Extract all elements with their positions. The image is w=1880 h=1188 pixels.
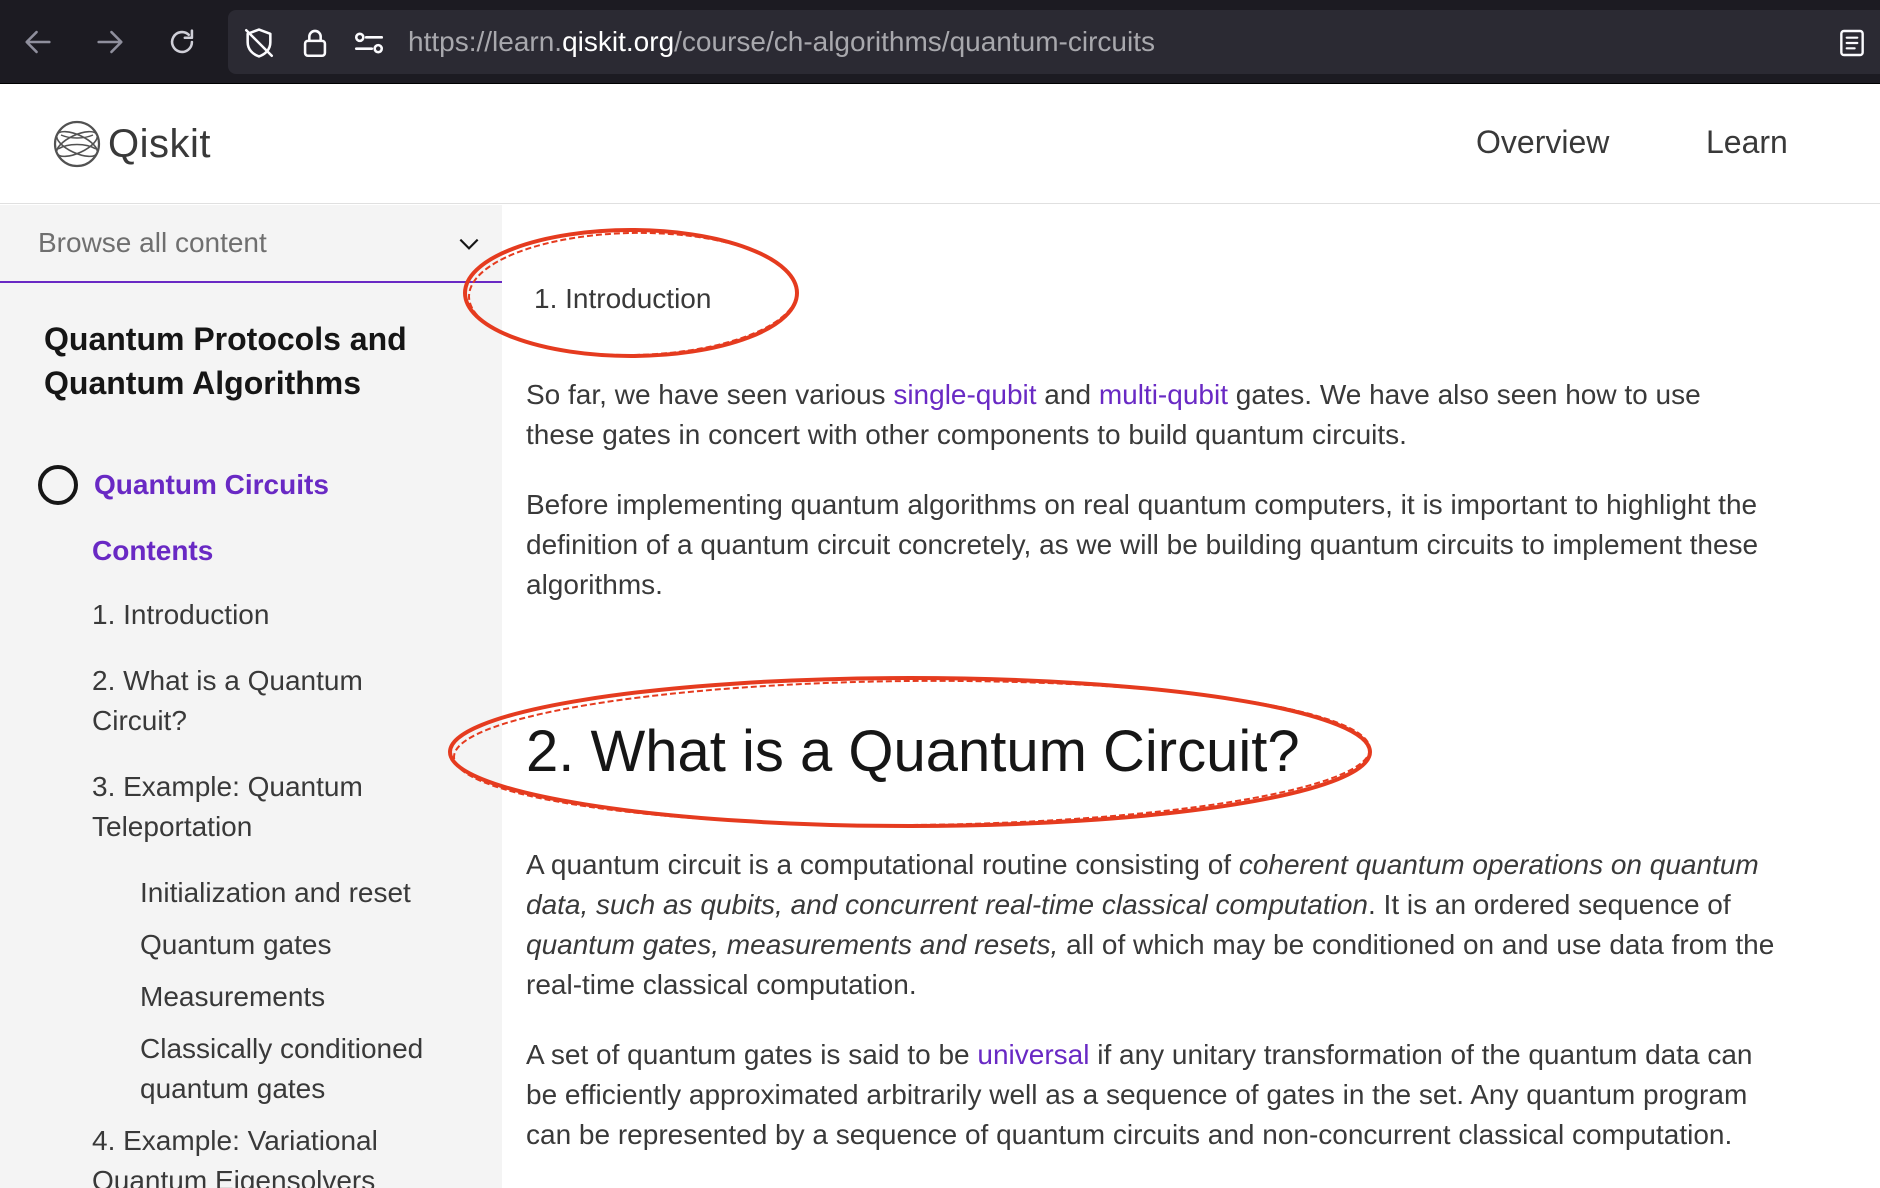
chapter-label: Quantum Circuits <box>94 469 329 500</box>
toc-sub-measurements[interactable]: Measurements <box>140 977 480 1017</box>
section-label-introduction: 1. Introduction <box>534 283 712 314</box>
definition-paragraph-1: A quantum circuit is a computational rou… <box>526 849 1775 1000</box>
arrow-right-icon <box>97 30 123 54</box>
toc-item-vqe[interactable]: 4. Example: Variational Quantum Eigensol… <box>92 1121 432 1188</box>
toc-sub-initialization[interactable]: Initialization and reset <box>140 873 480 913</box>
toc-sub-classically-conditioned[interactable]: Classically conditioned quantum gates <box>140 1029 460 1109</box>
url-text[interactable]: https://learn.qiskit.org/course/ch-algor… <box>408 24 1155 60</box>
site-header: Qiskit Overview Learn <box>0 84 1880 204</box>
chevron-down-icon <box>459 238 479 250</box>
toc-item-what-is-circuit[interactable]: 2. What is a Quantum Circuit? <box>92 661 402 741</box>
browse-label: Browse all content <box>38 227 267 258</box>
lock-icon[interactable] <box>298 26 332 60</box>
toc-item-teleportation[interactable]: 3. Example: Quantum Teleportation <box>92 767 402 847</box>
permissions-icon[interactable] <box>352 26 386 60</box>
intro-paragraph-1: So far, we have seen various single-qubi… <box>526 379 1701 450</box>
qiskit-logo[interactable]: Qiskit <box>52 114 211 174</box>
nav-overview[interactable]: Overview <box>1476 122 1609 162</box>
intro-paragraph-2: Before implementing quantum algorithms o… <box>526 489 1759 600</box>
arrow-left-icon <box>25 30 51 54</box>
toc-item-introduction[interactable]: 1. Introduction <box>92 595 452 635</box>
reader-view-icon[interactable] <box>1836 26 1868 60</box>
section-heading: 2. What is a Quantum Circuit? <box>526 719 1300 784</box>
nav-learn[interactable]: Learn <box>1706 122 1788 162</box>
definition-paragraph-2: A set of quantum gates is said to be uni… <box>526 1039 1753 1150</box>
qiskit-globe-icon <box>53 120 101 168</box>
reload-button[interactable] <box>162 22 202 62</box>
browse-content-dropdown[interactable]: Browse all content <box>0 205 502 283</box>
browser-toolbar: https://learn.qiskit.org/course/ch-algor… <box>0 0 1880 84</box>
sidebar: Browse all content Quantum Protocols and… <box>0 205 502 1188</box>
tracking-protection-icon[interactable] <box>242 26 276 60</box>
course-title: Quantum Protocols and Quantum Algorithms <box>44 321 407 401</box>
main-content: 1. Introduction So far, we have seen var… <box>502 205 1880 1188</box>
single-qubit-link[interactable]: single-qubit <box>893 379 1036 410</box>
toc-sub-quantum-gates[interactable]: Quantum gates <box>140 925 480 965</box>
universal-link[interactable]: universal <box>977 1039 1089 1070</box>
contents-link[interactable]: Contents <box>92 535 213 567</box>
chapter-quantum-circuits[interactable]: Quantum Circuits <box>38 465 329 505</box>
forward-button[interactable] <box>90 22 130 62</box>
logo-text: Qiskit <box>108 121 211 166</box>
back-button[interactable] <box>18 22 58 62</box>
progress-circle-icon <box>38 465 78 505</box>
reload-icon <box>170 29 194 54</box>
address-bar[interactable]: https://learn.qiskit.org/course/ch-algor… <box>228 10 1880 74</box>
multi-qubit-link[interactable]: multi-qubit <box>1099 379 1228 410</box>
